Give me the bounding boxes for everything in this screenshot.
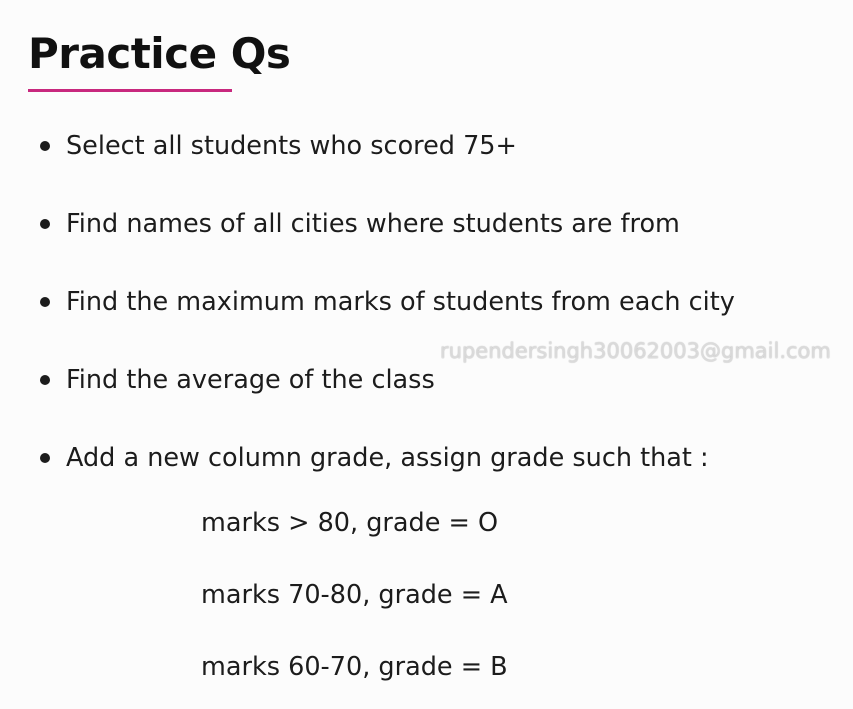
question-list: Select all students who scored 75+ Find … xyxy=(40,126,735,516)
bullet-dot-icon xyxy=(40,375,50,385)
question-item: Find names of all cities where students … xyxy=(40,204,735,282)
question-text: Add a new column grade, assign grade suc… xyxy=(66,443,709,473)
title-underline xyxy=(28,89,232,92)
bullet-dot-icon xyxy=(40,297,50,307)
question-text: Select all students who scored 75+ xyxy=(66,131,517,161)
bullet-dot-icon xyxy=(40,453,50,463)
grade-rule: marks > 80, grade = O xyxy=(201,508,499,538)
grade-rule: marks 60-70, grade = B xyxy=(201,652,508,682)
slide-title: Practice Qs xyxy=(28,29,291,78)
question-item: Find the average of the class xyxy=(40,360,735,438)
question-text: Find names of all cities where students … xyxy=(66,209,680,239)
grade-rule: marks 70-80, grade = A xyxy=(201,580,508,610)
question-text: Find the maximum marks of students from … xyxy=(66,287,735,317)
question-text: Find the average of the class xyxy=(66,365,435,395)
bullet-dot-icon xyxy=(40,219,50,229)
bullet-dot-icon xyxy=(40,141,50,151)
question-item: Select all students who scored 75+ xyxy=(40,126,735,204)
grade-rule-list: marks > 80, grade = O marks 70-80, grade… xyxy=(201,500,508,709)
slide: Practice Qs Select all students who scor… xyxy=(0,0,853,709)
email-watermark: rupendersingh30062003@gmail.com xyxy=(440,339,831,363)
